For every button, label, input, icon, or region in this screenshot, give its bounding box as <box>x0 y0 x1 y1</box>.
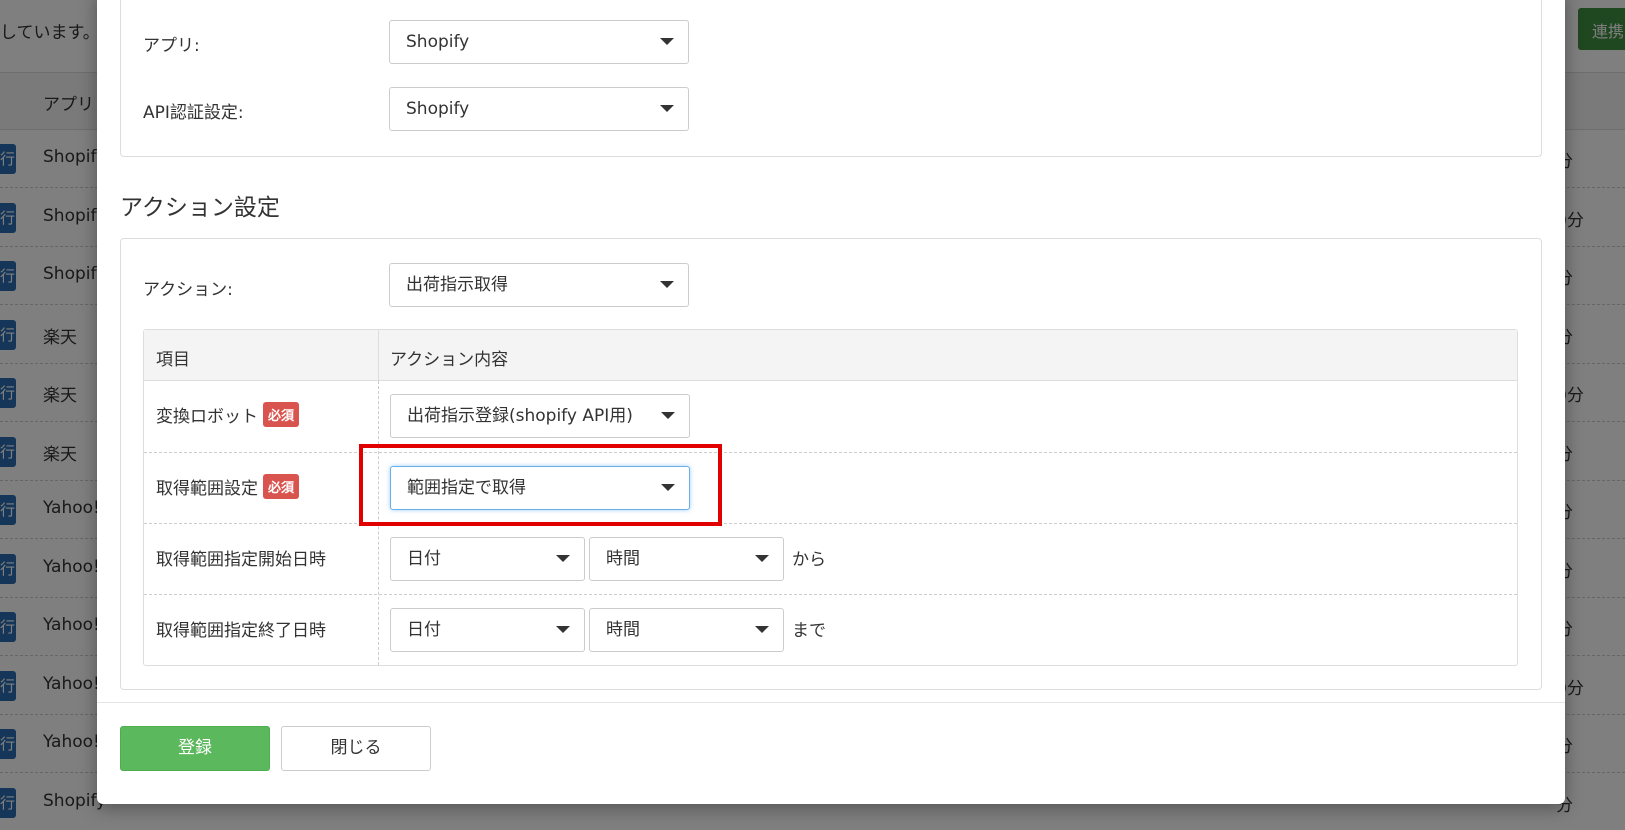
table-row-start: 取得範囲指定開始日時 日付 時間 から <box>144 523 1517 594</box>
register-button[interactable]: 登録 <box>120 726 270 771</box>
end-time-select[interactable]: 時間 <box>589 608 784 652</box>
robot-label: 変換ロボット 必須 <box>156 402 300 427</box>
robot-select[interactable]: 出荷指示登録(shopify API用) <box>390 394 690 438</box>
chevron-down-icon <box>660 281 674 288</box>
close-button[interactable]: 閉じる <box>281 726 431 771</box>
start-suffix: から <box>792 550 826 570</box>
end-date-value: 日付 <box>407 620 441 640</box>
action-label: アクション: <box>143 280 233 300</box>
end-date-select[interactable]: 日付 <box>390 608 585 652</box>
api-auth-label: API認証設定: <box>143 103 244 123</box>
chevron-down-icon <box>660 105 674 112</box>
modal-footer-divider <box>97 702 1565 703</box>
section-title: アクション設定 <box>120 195 280 221</box>
required-badge: 必須 <box>263 402 300 427</box>
chevron-down-icon <box>661 412 675 419</box>
action-select[interactable]: 出荷指示取得 <box>389 263 689 307</box>
action-settings-panel: アクション: 出荷指示取得 項目 アクション内容 変換ロボット 必須 出荷指示登録… <box>120 238 1542 690</box>
end-datetime-label: 取得範囲指定終了日時 <box>156 621 326 641</box>
api-auth-select[interactable]: Shopify <box>389 87 689 131</box>
end-suffix: まで <box>792 621 826 641</box>
chevron-down-icon <box>660 38 674 45</box>
action-select-value: 出荷指示取得 <box>406 275 508 295</box>
app-settings-panel: アプリ: Shopify API認証設定: Shopify <box>120 0 1542 157</box>
api-auth-select-value: Shopify <box>406 99 470 119</box>
chevron-down-icon <box>755 626 769 633</box>
chevron-down-icon <box>556 555 570 562</box>
column-header-item: 項目 <box>156 350 190 370</box>
start-datetime-label: 取得範囲指定開始日時 <box>156 550 326 570</box>
column-header-content: アクション内容 <box>390 350 509 370</box>
start-date-value: 日付 <box>407 549 441 569</box>
robot-select-value: 出荷指示登録(shopify API用) <box>407 406 633 426</box>
start-time-select[interactable]: 時間 <box>589 537 784 581</box>
highlight-box <box>359 444 722 526</box>
chevron-down-icon <box>755 555 769 562</box>
table-row-range: 取得範囲設定 必須 範囲指定で取得 <box>144 452 1517 523</box>
app-select-value: Shopify <box>406 32 470 52</box>
action-settings-modal: アプリ: Shopify API認証設定: Shopify アクション設定 アク… <box>97 0 1565 804</box>
start-time-value: 時間 <box>606 549 640 569</box>
column-divider <box>378 330 379 381</box>
range-label: 取得範囲設定 必須 <box>156 474 300 499</box>
app-select[interactable]: Shopify <box>389 20 689 64</box>
end-time-value: 時間 <box>606 620 640 640</box>
table-header: 項目 アクション内容 <box>144 330 1517 381</box>
action-content-table: 項目 アクション内容 変換ロボット 必須 出荷指示登録(shopify API用)… <box>143 329 1518 666</box>
chevron-down-icon <box>556 626 570 633</box>
table-row-robot: 変換ロボット 必須 出荷指示登録(shopify API用) <box>144 381 1517 452</box>
required-badge: 必須 <box>263 474 300 499</box>
start-date-select[interactable]: 日付 <box>390 537 585 581</box>
table-row-end: 取得範囲指定終了日時 日付 時間 まで <box>144 594 1517 665</box>
app-label: アプリ: <box>143 36 200 56</box>
